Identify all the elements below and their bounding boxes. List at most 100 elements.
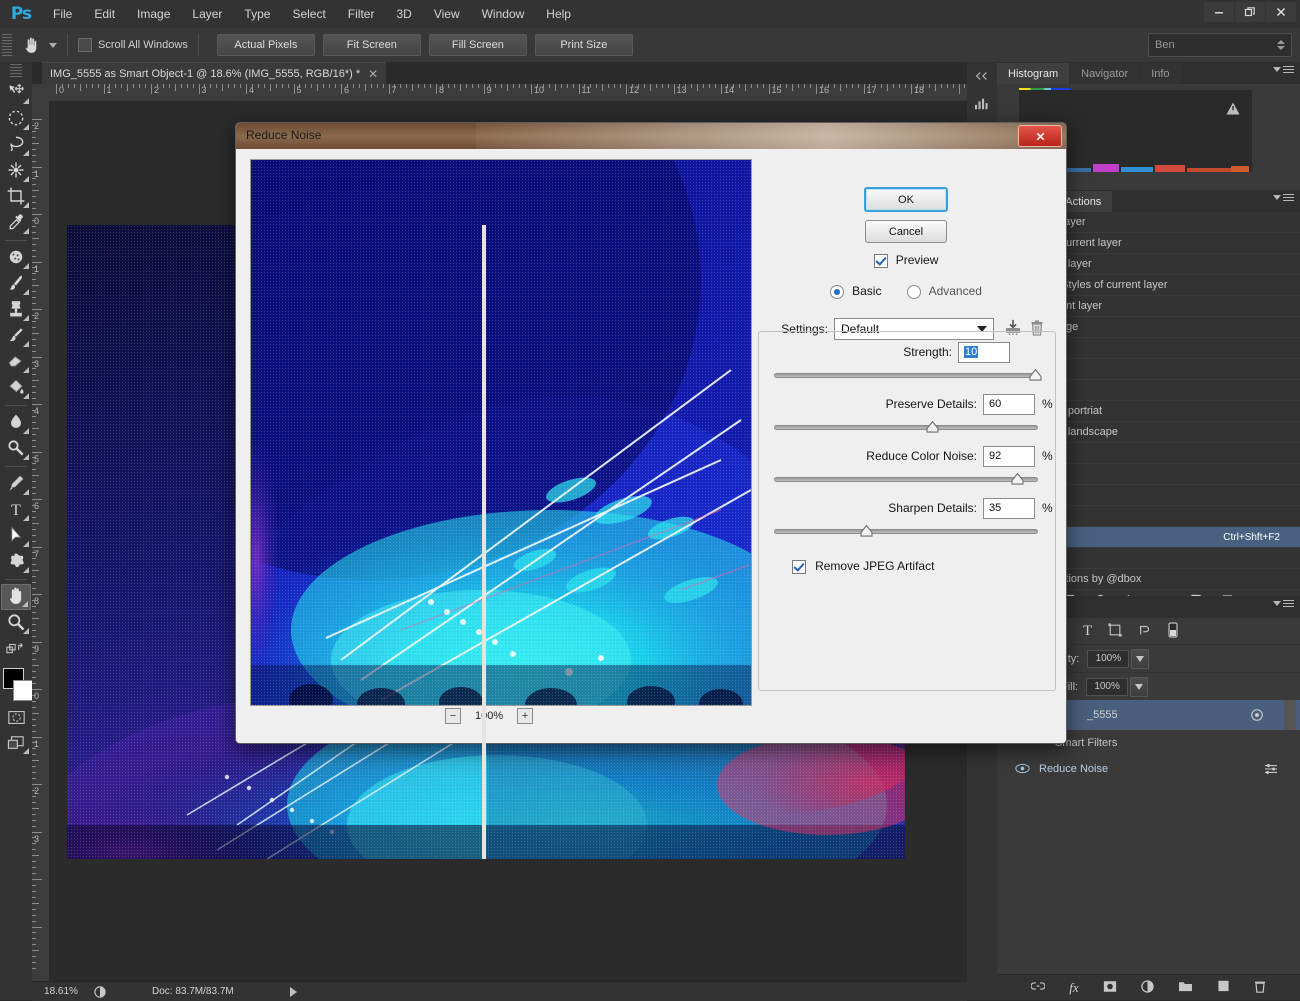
slider-track-reduce-color-noise[interactable]: [774, 472, 1038, 485]
slider-value-field[interactable]: 60: [983, 393, 1035, 415]
menu-layer[interactable]: Layer: [181, 0, 233, 28]
mask-icon[interactable]: [1103, 980, 1117, 996]
reduce-noise-filter-row[interactable]: Reduce Noise: [997, 756, 1300, 782]
fill-value[interactable]: 100%: [1086, 677, 1129, 696]
fit-screen-button[interactable]: Fit Screen: [322, 34, 421, 56]
menu-filter[interactable]: Filter: [337, 0, 386, 28]
fill-chevron-icon[interactable]: [1130, 676, 1149, 697]
zoom-tool[interactable]: [1, 610, 31, 636]
dodge-tool[interactable]: [1, 436, 31, 462]
menu-file[interactable]: File: [42, 0, 83, 28]
color-swatches[interactable]: [0, 666, 34, 704]
swap-colors-icon[interactable]: [1, 636, 31, 662]
advanced-radio[interactable]: [906, 285, 921, 300]
preview-image[interactable]: [250, 159, 752, 706]
tab-info[interactable]: Info: [1140, 63, 1181, 84]
histogram-mini-icon[interactable]: [967, 90, 997, 118]
menu-type[interactable]: Type: [233, 0, 281, 28]
eyedropper-tool[interactable]: [1, 210, 31, 236]
document-tab-close-icon[interactable]: ✕: [368, 67, 378, 81]
shape-icon[interactable]: [1108, 622, 1122, 640]
link-icon[interactable]: [1030, 981, 1046, 994]
slider-value-field[interactable]: 92: [983, 445, 1035, 467]
fill-screen-button[interactable]: Fill Screen: [428, 34, 527, 56]
preview-icon[interactable]: [90, 985, 110, 998]
slider-track-sharpen-details[interactable]: [774, 524, 1038, 537]
collapse-panels-icon[interactable]: [967, 62, 997, 90]
crop-tool[interactable]: [1, 184, 31, 210]
layers-scrollbar[interactable]: [1284, 700, 1296, 730]
opacity-chevron-icon[interactable]: [1131, 648, 1150, 669]
opacity-value[interactable]: 100%: [1087, 649, 1130, 668]
shape-tool[interactable]: [1, 549, 31, 575]
new-layer-icon[interactable]: [1217, 980, 1230, 995]
marquee-tool[interactable]: [1, 106, 31, 132]
current-tool-icon[interactable]: [16, 32, 46, 58]
minimize-button[interactable]: [1204, 2, 1234, 22]
close-button[interactable]: [1266, 2, 1296, 22]
quick-selection-tool[interactable]: [1, 158, 31, 184]
folder-icon[interactable]: [1178, 980, 1193, 995]
filter-options-icon[interactable]: [1264, 763, 1278, 778]
type-tool[interactable]: T: [1, 497, 31, 523]
zoom-level[interactable]: 18.61%: [32, 986, 90, 997]
filter-visibility-eye-icon[interactable]: [1015, 762, 1030, 778]
brush-tool[interactable]: [1, 271, 31, 297]
pen-tool[interactable]: [1, 471, 31, 497]
history-brush-tool[interactable]: [1, 323, 31, 349]
options-bar-grip[interactable]: [2, 34, 12, 56]
uncached-warning-icon[interactable]: [1226, 102, 1240, 115]
preview-zoom-in-button[interactable]: +: [517, 708, 534, 724]
quick-mask-button[interactable]: [1, 704, 31, 730]
paths-panel-menu-icon[interactable]: [1273, 600, 1294, 607]
dialog-title-bar[interactable]: Reduce Noise: [236, 123, 1066, 150]
actions-panel-menu-icon[interactable]: [1273, 194, 1294, 201]
reduce-noise-dialog[interactable]: Reduce Noise − 100% + OK Cancel Preview …: [235, 122, 1067, 744]
vector-mask-icon[interactable]: [1138, 623, 1152, 640]
slider-value-field[interactable]: 10: [958, 341, 1010, 363]
toolbox-grip[interactable]: [10, 64, 22, 78]
channel-icon[interactable]: [1168, 621, 1178, 641]
menu-image[interactable]: Image: [126, 0, 181, 28]
slider-value-field[interactable]: 35: [983, 497, 1035, 519]
slider-knob[interactable]: [926, 420, 939, 433]
print-size-button[interactable]: Print Size: [534, 34, 633, 56]
slider-knob[interactable]: [1029, 368, 1042, 381]
slider-knob[interactable]: [860, 524, 873, 537]
slider-track-preserve-details[interactable]: [774, 420, 1038, 433]
tab-histogram[interactable]: Histogram: [997, 63, 1070, 84]
menu-window[interactable]: Window: [471, 0, 536, 28]
menu-view[interactable]: View: [423, 0, 471, 28]
status-menu-arrow-icon[interactable]: [289, 986, 297, 997]
histogram-panel-menu-icon[interactable]: [1273, 66, 1294, 73]
preview-zoom-out-button[interactable]: −: [445, 708, 461, 724]
remove-jpeg-checkbox[interactable]: [792, 560, 806, 575]
vertical-ruler[interactable]: 2101234567890123: [32, 101, 50, 981]
actual-pixels-button[interactable]: Actual Pixels: [216, 34, 315, 56]
preview-checkbox[interactable]: [873, 254, 888, 269]
ok-button[interactable]: OK: [864, 187, 948, 212]
basic-radio[interactable]: [830, 285, 845, 300]
clone-stamp-tool[interactable]: [1, 297, 31, 323]
blur-tool[interactable]: [1, 410, 31, 436]
menu-help[interactable]: Help: [535, 0, 582, 28]
dialog-close-button[interactable]: [1018, 125, 1062, 147]
type-icon[interactable]: T: [1083, 623, 1092, 640]
lasso-tool[interactable]: [1, 132, 31, 158]
background-color-swatch[interactable]: [13, 680, 34, 701]
horizontal-ruler[interactable]: 0 1 2 3 4 5 6 7 8 9 10 11 12 13 14 15 16 17 18: [32, 84, 967, 102]
slider-track-strength[interactable]: [774, 368, 1042, 381]
spot-healing-tool[interactable]: [1, 245, 31, 271]
tab-navigator[interactable]: Navigator: [1070, 63, 1140, 84]
restore-button[interactable]: [1235, 2, 1265, 22]
cancel-button[interactable]: Cancel: [865, 220, 947, 243]
eraser-tool[interactable]: [1, 349, 31, 375]
menu-3d[interactable]: 3D: [385, 0, 422, 28]
screen-mode-button[interactable]: [1, 730, 31, 756]
adjustment-icon[interactable]: [1141, 979, 1154, 996]
move-tool[interactable]: [1, 80, 31, 106]
scroll-all-windows-checkbox[interactable]: [78, 38, 92, 52]
trash-icon[interactable]: [1254, 980, 1266, 996]
document-tab[interactable]: IMG_5555 as Smart Object-1 @ 18.6% (IMG_…: [42, 62, 387, 85]
menu-edit[interactable]: Edit: [83, 0, 126, 28]
